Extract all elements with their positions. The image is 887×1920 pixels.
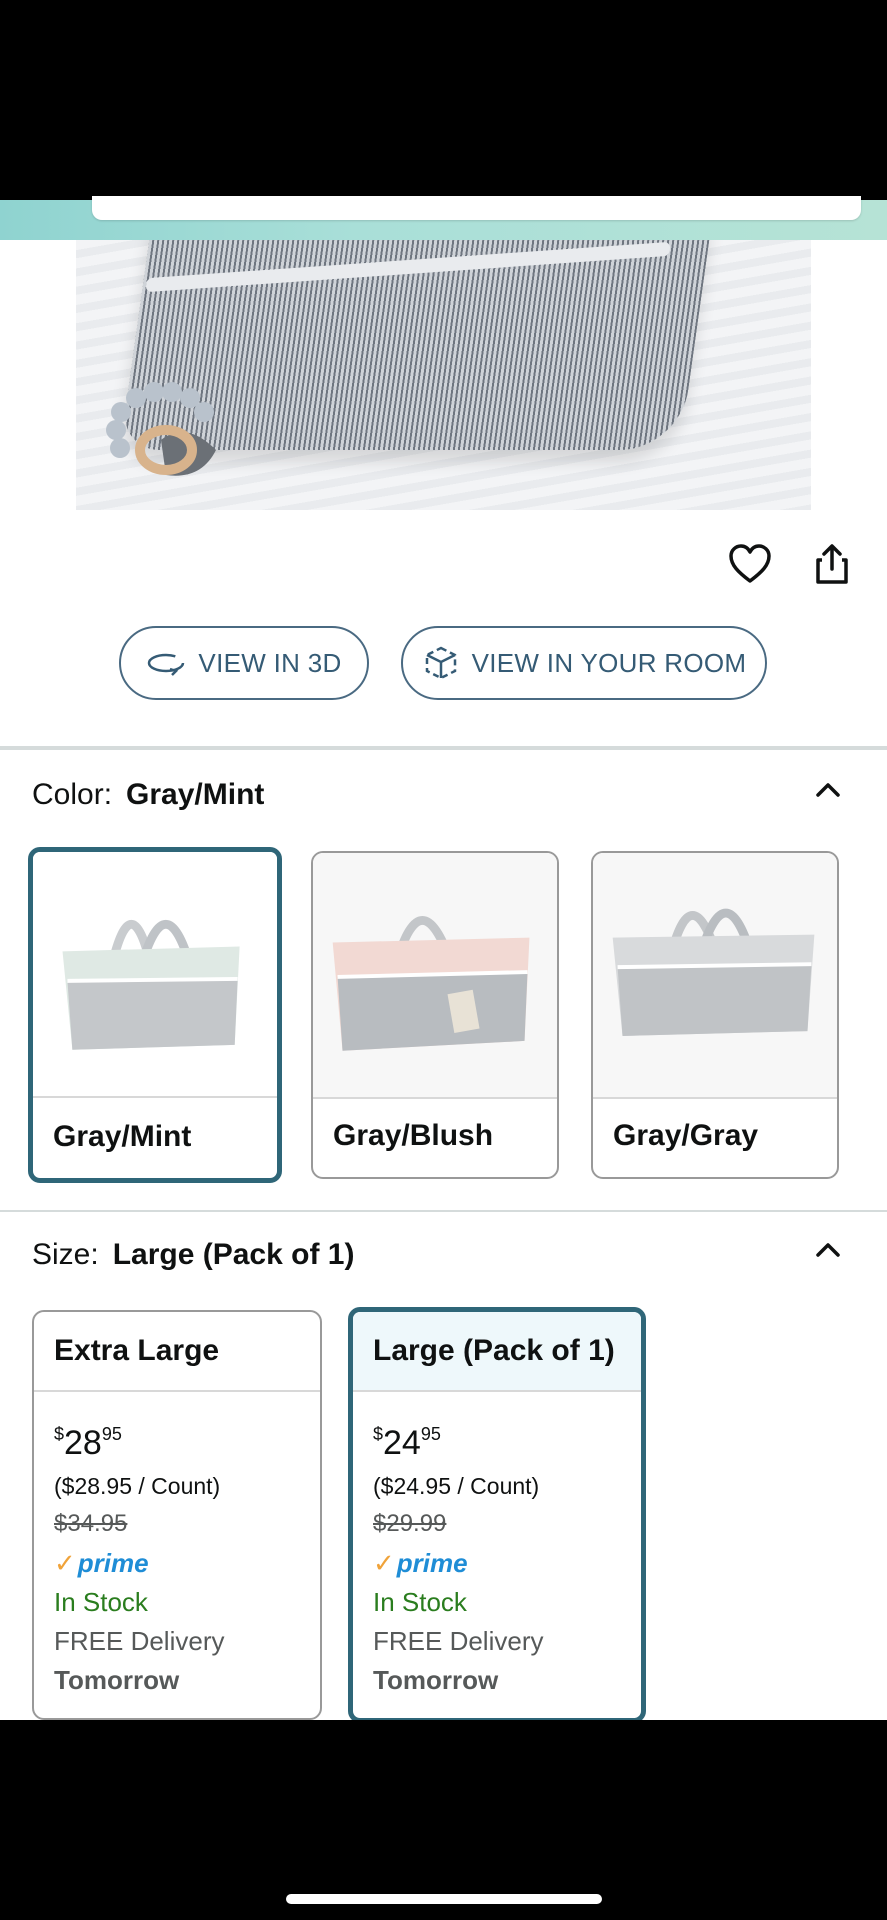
chevron-up-icon[interactable]: [808, 770, 848, 810]
size-selector-header: Size: Large (Pack of 1): [32, 1238, 354, 1272]
prime-check-icon: ✓: [373, 1548, 395, 1578]
teether-ring-graphic: [106, 382, 216, 476]
size-label: Size:: [32, 1238, 99, 1271]
heart-outline-icon: [729, 544, 771, 583]
swatch-name: Gray/Blush: [333, 1119, 494, 1152]
swatch-name: Gray/Mint: [53, 1120, 192, 1153]
color-selector-header: Color: Gray/Mint: [32, 778, 264, 812]
prime-check-icon: ✓: [54, 1548, 76, 1578]
share-button[interactable]: [810, 542, 854, 586]
delivery-info: FREE Delivery: [54, 1626, 225, 1656]
share-icon: [816, 544, 848, 584]
price: $2895: [54, 1424, 122, 1462]
color-option-gray-gray[interactable]: Gray/Gray: [591, 851, 839, 1179]
delivery-date: Tomorrow: [54, 1665, 180, 1695]
size-option-large-pack-of-1[interactable]: Large (Pack of 1) $2495 ($24.95 / Count)…: [348, 1307, 646, 1720]
view-in-3d-button[interactable]: VIEW IN 3D: [119, 626, 369, 700]
prime-badge: ✓ prime: [373, 1548, 468, 1578]
swatch-image: [313, 853, 557, 1099]
unit-price: ($24.95 / Count): [373, 1473, 540, 1499]
stock-status: In Stock: [373, 1587, 467, 1617]
list-price: $34.95: [54, 1510, 128, 1537]
section-divider: [0, 746, 887, 750]
swatch-image: [33, 852, 277, 1098]
product-image[interactable]: [76, 240, 811, 510]
status-bar-area: [0, 0, 887, 200]
chevron-up-icon[interactable]: [808, 1230, 848, 1270]
ar-cube-icon: [425, 646, 456, 680]
selected-size: Large (Pack of 1): [112, 1238, 355, 1271]
price: $2495: [373, 1424, 441, 1462]
view-in-your-room-button[interactable]: VIEW IN YOUR ROOM: [401, 626, 767, 700]
view-in-3d-label: VIEW IN 3D: [198, 647, 342, 678]
stock-status: In Stock: [54, 1587, 148, 1617]
view-in-your-room-label: VIEW IN YOUR ROOM: [471, 647, 747, 678]
color-option-gray-blush[interactable]: Gray/Blush: [311, 851, 559, 1179]
delivery-info: FREE Delivery: [373, 1626, 544, 1656]
caddy-thumbnail-graphic: [332, 916, 530, 1051]
color-label: Color:: [32, 778, 113, 811]
rotate-3d-icon: [148, 653, 185, 676]
caddy-thumbnail-graphic: [62, 919, 240, 1050]
swatch-image: [593, 853, 837, 1099]
caddy-thumbnail-graphic: [612, 908, 815, 1036]
size-option-name: Extra Large: [34, 1312, 320, 1392]
selected-color: Gray/Mint: [126, 778, 265, 811]
section-divider: [0, 1210, 887, 1212]
swatch-name: Gray/Gray: [613, 1119, 759, 1152]
home-indicator[interactable]: [286, 1894, 602, 1904]
prime-badge: ✓ prime: [54, 1548, 149, 1578]
list-price: $29.99: [373, 1510, 447, 1537]
size-option-name: Large (Pack of 1): [353, 1312, 641, 1392]
unit-price: ($28.95 / Count): [54, 1473, 221, 1499]
search-bar-edge[interactable]: [92, 196, 861, 220]
size-option-extra-large[interactable]: Extra Large $2895 ($28.95 / Count) $34.9…: [32, 1310, 322, 1720]
product-detail: VIEW IN 3D VIEW IN YOUR ROOM Color: Gray/…: [0, 240, 887, 1720]
wishlist-button[interactable]: [728, 542, 772, 586]
delivery-date: Tomorrow: [373, 1665, 499, 1695]
color-option-gray-mint[interactable]: Gray/Mint: [28, 847, 282, 1183]
